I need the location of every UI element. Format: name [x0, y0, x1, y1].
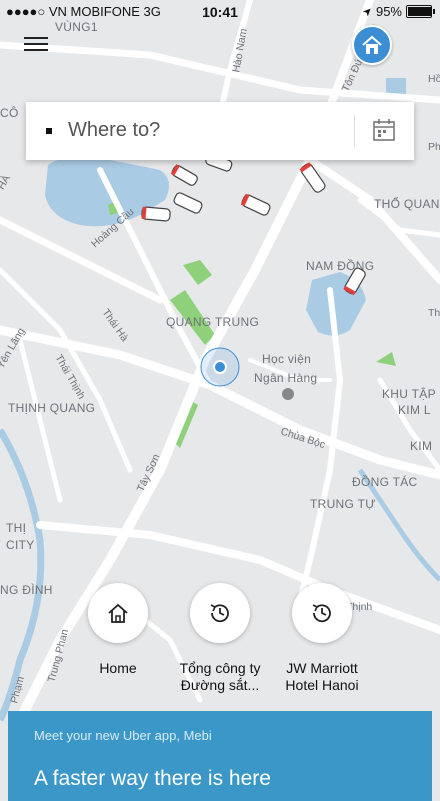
svg-text:QUANG TRUNG: QUANG TRUNG [166, 315, 259, 329]
home-icon [108, 603, 128, 623]
svg-text:CITY: CITY [6, 538, 35, 552]
svg-text:ĐỒNG TÁC: ĐỒNG TÁC [352, 474, 418, 489]
status-bar: ●●●●○ VN MOBIFONE 3G 10:41 ➤ 95% [0, 0, 440, 24]
destination-square-icon [46, 128, 52, 134]
shortcut-recent-2-circle[interactable] [292, 583, 352, 643]
svg-text:Phố: Phố [428, 141, 440, 153]
calendar-icon [373, 119, 395, 141]
svg-text:THỊ: THỊ [6, 521, 26, 535]
shortcut-recent-2-label: JW Marriott [286, 660, 358, 676]
svg-text:Thư: Thư [428, 307, 440, 319]
promo-subtitle: Meet your new Uber app, Mebi [34, 728, 212, 743]
svg-text:Học viện: Học viện [262, 352, 311, 366]
battery-percent: 95% [375, 4, 402, 19]
promo-title: A faster way there is here [34, 767, 271, 790]
saved-place-badge[interactable] [352, 25, 392, 65]
schedule-ride-button[interactable] [372, 118, 398, 144]
where-to-placeholder[interactable]: Where to? [68, 119, 160, 142]
svg-text:Hồ: Hồ [428, 73, 440, 85]
shortcut-recent-1-circle[interactable] [190, 583, 250, 643]
svg-text:KIM: KIM [410, 439, 432, 453]
battery-icon [406, 5, 435, 18]
where-to-search-box[interactable]: Where to? [26, 102, 414, 160]
svg-text:CÔ: CÔ [0, 105, 19, 120]
history-clock-icon [312, 604, 331, 623]
svg-text:KIM L: KIM L [398, 403, 431, 417]
hamburger-menu-icon [24, 37, 48, 39]
user-location-dot [213, 360, 227, 374]
promo-banner[interactable]: Meet your new Uber app, Mebi A faster wa… [8, 711, 432, 801]
svg-text:KHU TẬP: KHU TẬP [382, 386, 436, 401]
house-icon [362, 35, 382, 54]
shortcut-recent-2-label-2: Hotel Hanoi [285, 677, 359, 693]
svg-text:THỔ QUAN: THỔ QUAN [374, 196, 440, 211]
bank-academy-poi-icon [282, 388, 294, 400]
search-divider [354, 115, 355, 147]
menu-button[interactable] [24, 34, 48, 56]
history-clock-icon [210, 604, 229, 623]
svg-text:THỊNH QUANG: THỊNH QUANG [8, 401, 95, 415]
shortcut-home-circle[interactable] [88, 583, 148, 643]
battery-fill [408, 7, 431, 16]
status-right: ➤ 95% [360, 4, 435, 20]
svg-text:TRUNG TỰ: TRUNG TỰ [310, 497, 376, 511]
svg-text:Ngân Hàng: Ngân Hàng [254, 371, 317, 385]
svg-text:NG ĐÌNH: NG ĐÌNH [0, 582, 53, 597]
location-arrow-icon: ➤ [360, 4, 376, 20]
shortcut-recent-2[interactable]: JW Marriott Hotel Hanoi [262, 583, 382, 694]
